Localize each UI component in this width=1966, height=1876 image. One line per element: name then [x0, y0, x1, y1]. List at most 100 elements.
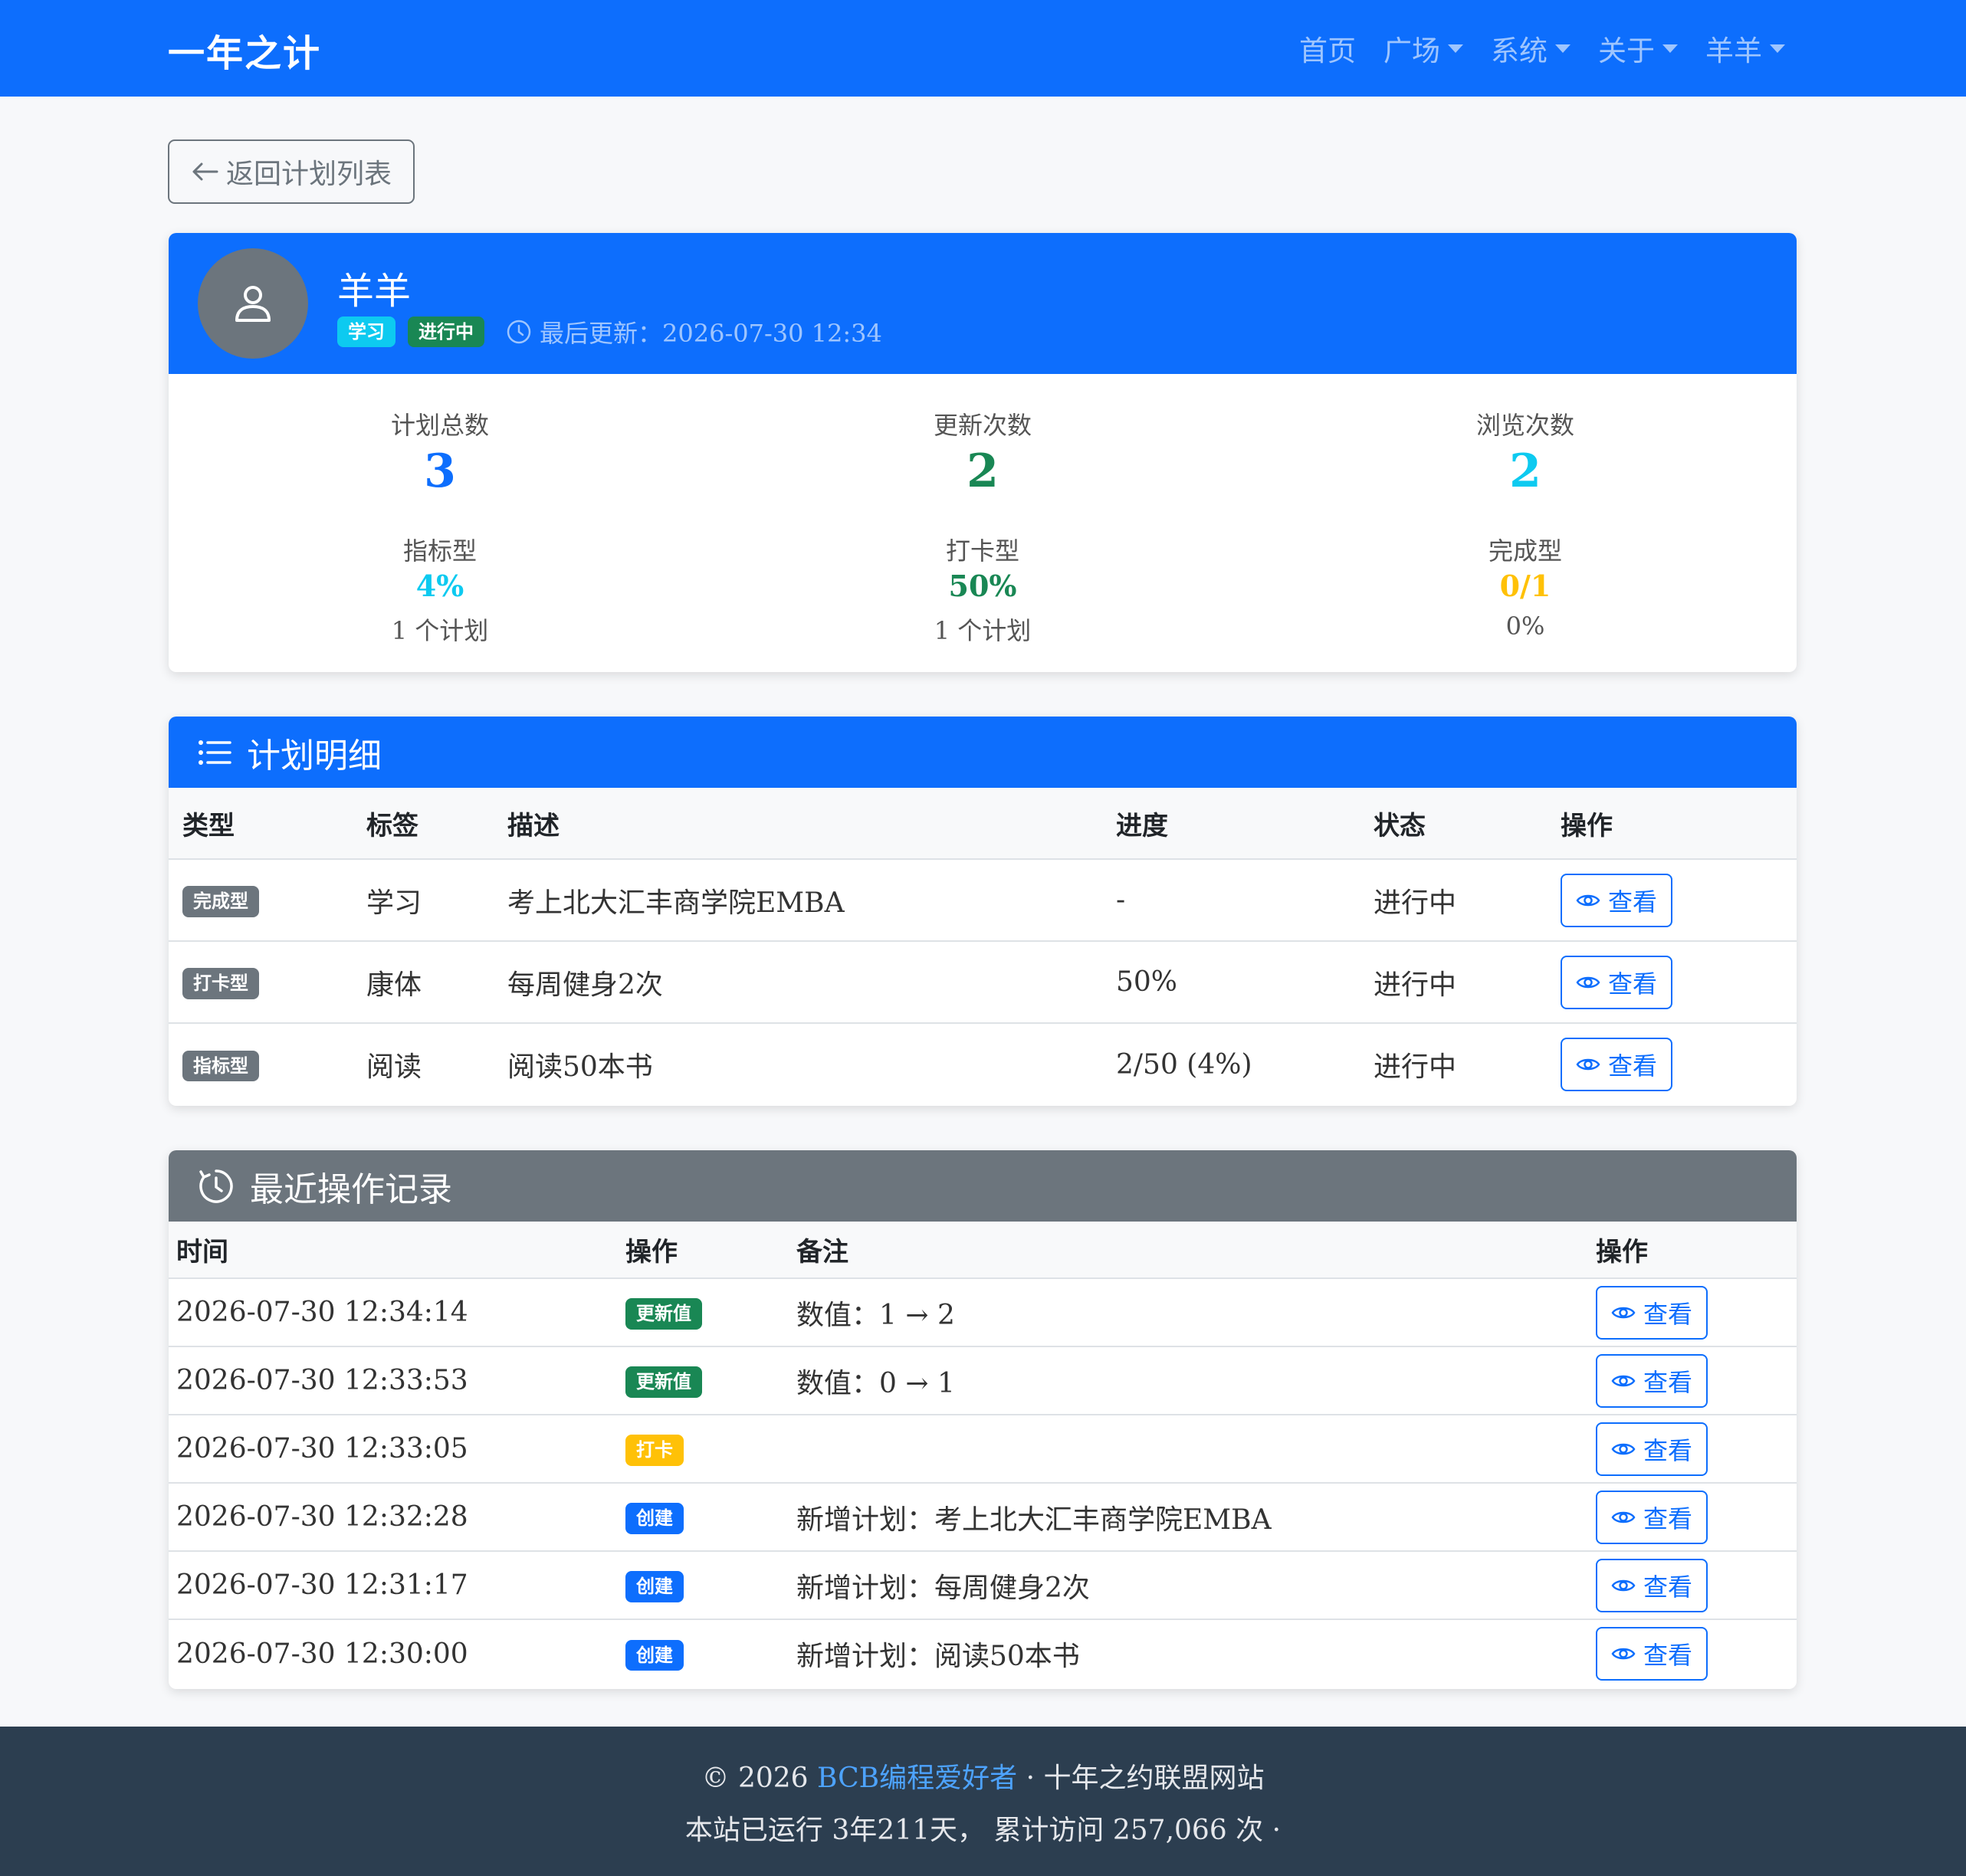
footer-runtime-line: 本站已运行 3年211天， 累计访问 257,066 次 ·	[684, 1815, 1282, 1846]
profile-card: 羊羊 学习 进行中 最后更新：2026-07-30 12:34 计划总数 3 指…	[169, 233, 1797, 672]
plan-status: 进行中	[1374, 969, 1457, 1001]
author-link[interactable]: BCB编程爱好者	[817, 1763, 1017, 1794]
site-text: · 十年之约联盟网站	[1026, 1763, 1265, 1794]
nav-home[interactable]: 首页	[1299, 28, 1356, 69]
stats-panel: 计划总数 3 指标型 4% 1 个计划 更新次数 2 打卡型 50% 1 个计划…	[169, 374, 1797, 672]
table-row: 2026-07-30 12:33:05 打卡 查看	[169, 1415, 1797, 1483]
copyright-text: © 2026	[701, 1763, 809, 1794]
view-button-label: 查看	[1608, 969, 1658, 999]
view-button-label: 查看	[1608, 887, 1658, 917]
log-op-badge: 创建	[625, 1571, 684, 1602]
avatar	[198, 248, 308, 359]
log-note: 数值：1 → 2	[796, 1299, 955, 1331]
view-button[interactable]: 查看	[1596, 1558, 1708, 1612]
column-header: 类型	[182, 810, 235, 841]
view-button[interactable]: 查看	[1561, 1038, 1673, 1091]
log-time: 2026-07-30 12:34:14	[176, 1297, 468, 1328]
footer-copyright-line: © 2026 BCB编程爱好者 · 十年之约联盟网站	[0, 1756, 1966, 1796]
recent-logs-header: 最近操作记录	[169, 1150, 1797, 1222]
stat-label: 指标型	[402, 536, 477, 566]
view-button-label: 查看	[1643, 1367, 1693, 1397]
table-row: 完成型 学习 考上北大汇丰商学院EMBA - 进行中 查看	[169, 859, 1797, 941]
profile-meta: 学习 进行中 最后更新：2026-07-30 12:34	[337, 314, 882, 349]
stat-sub: 1 个计划	[391, 616, 489, 645]
view-button[interactable]: 查看	[1596, 1285, 1708, 1340]
last-updated-text: 最后更新：2026-07-30 12:34	[540, 319, 882, 348]
caret-down-icon	[1448, 44, 1463, 53]
view-button[interactable]: 查看	[1561, 873, 1673, 927]
recent-logs-title: 最近操作记录	[250, 1169, 452, 1209]
table-row: 指标型 阅读 阅读50本书 2/50 (4%) 进行中 查看	[169, 1023, 1797, 1105]
plan-table: 类型 标签 描述 进度 状态 操作 完成型 学习 考上北大汇丰商学院EMBA -…	[169, 788, 1797, 1105]
plan-details-header: 计划明细	[169, 717, 1797, 788]
eye-icon	[1576, 1058, 1600, 1071]
plan-type-badge: 指标型	[182, 1050, 259, 1082]
plan-type-badge: 打卡型	[182, 968, 259, 999]
stat-value: 4%	[415, 569, 464, 603]
table-header-row: 时间 操作 备注 操作	[169, 1222, 1797, 1278]
eye-icon	[1611, 1579, 1636, 1591]
plan-progress: -	[1116, 884, 1126, 916]
plan-progress: 2/50 (4%)	[1116, 1048, 1252, 1081]
log-time: 2026-07-30 12:33:53	[176, 1365, 468, 1396]
stat-sub: 0%	[1505, 612, 1545, 641]
navbar: 一年之计 首页 广场 系统 关于 羊羊	[0, 0, 1966, 97]
log-op-badge: 打卡	[625, 1435, 684, 1466]
view-button[interactable]: 查看	[1561, 955, 1673, 1009]
caret-down-icon	[1770, 44, 1785, 53]
nav-about-dropdown[interactable]: 关于	[1598, 28, 1678, 69]
table-row: 2026-07-30 12:30:00 创建 新增计划：阅读50本书 查看	[169, 1619, 1797, 1687]
profile-header: 羊羊 学习 进行中 最后更新：2026-07-30 12:34	[169, 233, 1797, 374]
plan-tag: 学习	[366, 887, 422, 919]
plan-description: 每周健身2次	[507, 969, 663, 1001]
log-note: 数值：0 → 1	[796, 1367, 955, 1399]
eye-icon	[1611, 1511, 1636, 1523]
view-button-label: 查看	[1643, 1641, 1693, 1670]
log-op-badge: 创建	[625, 1639, 684, 1671]
plan-tag: 康体	[366, 969, 422, 1001]
table-row: 2026-07-30 12:34:14 更新值 数值：1 → 2 查看	[169, 1278, 1797, 1346]
profile-name: 羊羊	[337, 270, 412, 313]
log-op-badge: 创建	[625, 1503, 684, 1534]
stat-value: 3	[424, 444, 456, 498]
view-button-label: 查看	[1643, 1572, 1693, 1602]
log-time: 2026-07-30 12:30:00	[176, 1638, 468, 1670]
eye-icon	[1611, 1443, 1636, 1455]
view-button-label: 查看	[1643, 1504, 1693, 1533]
eye-icon	[1576, 894, 1600, 906]
nav-plaza-dropdown[interactable]: 广场	[1383, 28, 1463, 69]
log-time: 2026-07-30 12:33:05	[176, 1433, 468, 1464]
stat-value: 50%	[948, 569, 1017, 603]
log-time: 2026-07-30 12:32:28	[176, 1501, 468, 1533]
stat-value: 0/1	[1499, 569, 1551, 603]
view-button[interactable]: 查看	[1596, 1627, 1708, 1681]
brand-logo[interactable]: 一年之计	[168, 23, 321, 77]
column-header: 备注	[796, 1237, 848, 1268]
log-note: 新增计划：阅读50本书	[796, 1641, 1080, 1672]
plan-status: 进行中	[1374, 1051, 1457, 1083]
footer: © 2026 BCB编程爱好者 · 十年之约联盟网站 本站已运行 3年211天，…	[0, 1727, 1966, 1876]
view-button[interactable]: 查看	[1596, 1422, 1708, 1476]
clock-icon	[507, 320, 531, 344]
table-row: 2026-07-30 12:32:28 创建 新增计划：考上北大汇丰商学院EMB…	[169, 1483, 1797, 1551]
plan-description: 考上北大汇丰商学院EMBA	[507, 887, 845, 919]
view-button[interactable]: 查看	[1596, 1490, 1708, 1544]
stat-label: 完成型	[1488, 536, 1562, 566]
logs-table: 时间 操作 备注 操作 2026-07-30 12:34:14 更新值 数值：1…	[169, 1222, 1797, 1687]
nav-system-dropdown[interactable]: 系统	[1491, 28, 1571, 69]
stat-label: 计划总数	[390, 411, 489, 440]
view-button[interactable]: 查看	[1596, 1353, 1708, 1408]
log-note: 新增计划：每周健身2次	[796, 1572, 1090, 1604]
plan-status: 进行中	[1374, 887, 1457, 919]
view-button-label: 查看	[1643, 1435, 1693, 1465]
stat-value: 2	[1509, 444, 1541, 498]
nav-user-dropdown[interactable]: 羊羊	[1705, 28, 1785, 69]
stat-label: 打卡型	[945, 536, 1019, 566]
plan-description: 阅读50本书	[507, 1051, 653, 1083]
back-to-plan-list-button[interactable]: 返回计划列表	[168, 139, 415, 204]
arrow-left-icon	[192, 162, 218, 181]
recent-logs-card: 最近操作记录 时间 操作 备注 操作 2026-07-30 12:34:14 更…	[169, 1150, 1797, 1689]
caret-down-icon	[1662, 44, 1678, 53]
category-badge: 学习	[337, 316, 395, 348]
nav-home-label: 首页	[1299, 34, 1356, 67]
